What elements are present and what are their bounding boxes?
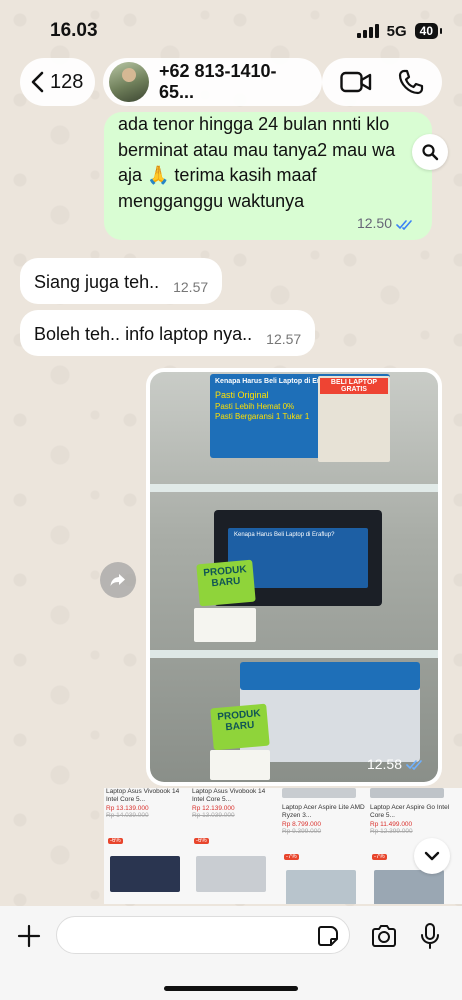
product-name: Laptop Asus Vivobook 14 Intel Core 5... [106, 788, 180, 804]
avatar[interactable] [109, 62, 149, 102]
price-card [194, 608, 256, 642]
message-input-container[interactable] [56, 916, 350, 954]
video-call-icon[interactable] [340, 71, 372, 93]
message-text: Boleh teh.. info laptop nya.. [34, 324, 253, 345]
forward-icon [110, 574, 125, 586]
glass-shelf [150, 484, 438, 492]
store-photo[interactable]: Kenapa Harus Beli Laptop di Erafone? Pas… [150, 372, 438, 782]
product-old-price: Rp 9.399.000 [282, 828, 322, 836]
attach-button[interactable] [14, 916, 44, 956]
voice-button[interactable] [420, 916, 440, 956]
product-card[interactable]: Laptop Acer Aspire Lite AMD Ryzen 3... R… [282, 788, 366, 904]
battery-icon: 40 [414, 23, 443, 39]
search-icon [422, 144, 439, 161]
message-meta: 12.50 [357, 214, 414, 234]
product-image-top [370, 788, 444, 798]
discount-badge: -7% [284, 854, 299, 860]
chat-header: 128 +62 813-1410-65... [0, 52, 462, 112]
laptop-display [240, 662, 420, 762]
network-label: 5G [386, 22, 407, 40]
read-ticks-icon [396, 219, 412, 230]
product-image-top [282, 788, 356, 798]
message-time: 12.57 [173, 279, 209, 296]
message-time: 12.50 [356, 215, 392, 232]
camera-icon [372, 925, 396, 947]
outgoing-message[interactable]: ada tenor hingga 24 bulan nnti klo bermi… [104, 112, 432, 240]
status-bar: 16.03 5G 40 [0, 0, 462, 52]
message-time: 12.57 [266, 331, 302, 348]
discount-badge: -7% [372, 854, 387, 860]
message-time: 12.58 [366, 756, 402, 772]
product-image [374, 870, 444, 904]
new-product-tag: PRODUK BARU [210, 703, 270, 751]
discount-badge: -6% [194, 838, 209, 844]
product-image [286, 870, 356, 904]
product-old-price: Rp 13.039.000 [192, 812, 235, 820]
product-image [196, 856, 266, 892]
product-card[interactable]: Laptop Asus Vivobook 14 Intel Core 5... … [106, 788, 190, 904]
chevron-left-icon [31, 71, 44, 93]
message-line: aja 🙏 terima kasih maaf [118, 165, 317, 186]
discount-badge: -6% [108, 838, 123, 844]
contact-info[interactable]: +62 813-1410-65... [103, 58, 322, 106]
product-old-price: Rp 12.399.000 [370, 828, 413, 836]
back-button[interactable]: 128 [20, 58, 96, 106]
product-card[interactable]: Laptop Asus Vivobook 14 Intel Core 5... … [192, 788, 276, 904]
scroll-down-button[interactable] [414, 838, 450, 874]
contact-name: +62 813-1410-65... [158, 61, 277, 102]
product-old-price: Rp 14.039.000 [106, 812, 149, 820]
forward-button[interactable] [100, 562, 136, 598]
plus-icon [17, 924, 41, 948]
product-image [110, 856, 180, 892]
message-input[interactable] [57, 917, 297, 953]
call-actions [322, 58, 442, 106]
tag-text: PRODUK BARU [202, 564, 248, 590]
product-price: Rp 11.499.000 [370, 821, 413, 829]
unread-count: 128 [50, 70, 84, 93]
home-indicator[interactable] [164, 986, 298, 991]
poster-title: BELI LAPTOP GRATIS [320, 378, 388, 394]
incoming-message[interactable]: Boleh teh.. info laptop nya.. 12.57 [20, 310, 316, 356]
product-name: Laptop Acer Aspire Lite AMD Ryzen 3... [282, 804, 365, 820]
sticker-icon[interactable] [317, 925, 339, 947]
message-line: mengganggu waktunya [118, 190, 305, 211]
signal-icon [356, 24, 379, 38]
glass-shelf [150, 650, 438, 658]
product-price: Rp 13.139.000 [106, 805, 149, 813]
status-time: 16.03 [50, 20, 98, 41]
product-price: Rp 12.139.000 [192, 805, 235, 813]
microphone-icon [421, 923, 439, 949]
message-line: berminat atau mau tanya2 mau wa [118, 139, 396, 160]
camera-button[interactable] [370, 916, 398, 956]
image-meta: 12.58 [367, 756, 424, 772]
tag-text: PRODUK BARU [216, 708, 262, 734]
search-button[interactable] [412, 134, 448, 170]
new-product-tag: PRODUK BARU [196, 559, 256, 607]
image-message[interactable]: Kenapa Harus Beli Laptop di Erafone? Pas… [146, 368, 442, 786]
read-ticks-icon [406, 759, 422, 770]
screen-text: Kenapa Harus Beli Laptop di Eraflup? [234, 532, 335, 538]
message-line: ada tenor hingga 24 bulan nnti klo [118, 114, 390, 134]
product-preview-strip[interactable]: Laptop Asus Vivobook 14 Intel Core 5... … [104, 788, 462, 904]
phone-icon[interactable] [398, 69, 424, 95]
status-indicators: 5G 40 [356, 22, 443, 40]
message-text: Siang juga teh.. [34, 272, 160, 293]
product-name: Laptop Acer Aspire Go Intel Core 5... [370, 804, 450, 820]
product-name: Laptop Asus Vivobook 14 Intel Core 5... [192, 788, 266, 804]
product-price: Rp 8.799.000 [282, 821, 322, 829]
incoming-message[interactable]: Siang juga teh.. 12.57 [20, 258, 223, 304]
chevron-down-icon [424, 851, 440, 861]
promo-poster: BELI LAPTOP GRATIS [318, 376, 390, 462]
price-card [210, 750, 270, 780]
